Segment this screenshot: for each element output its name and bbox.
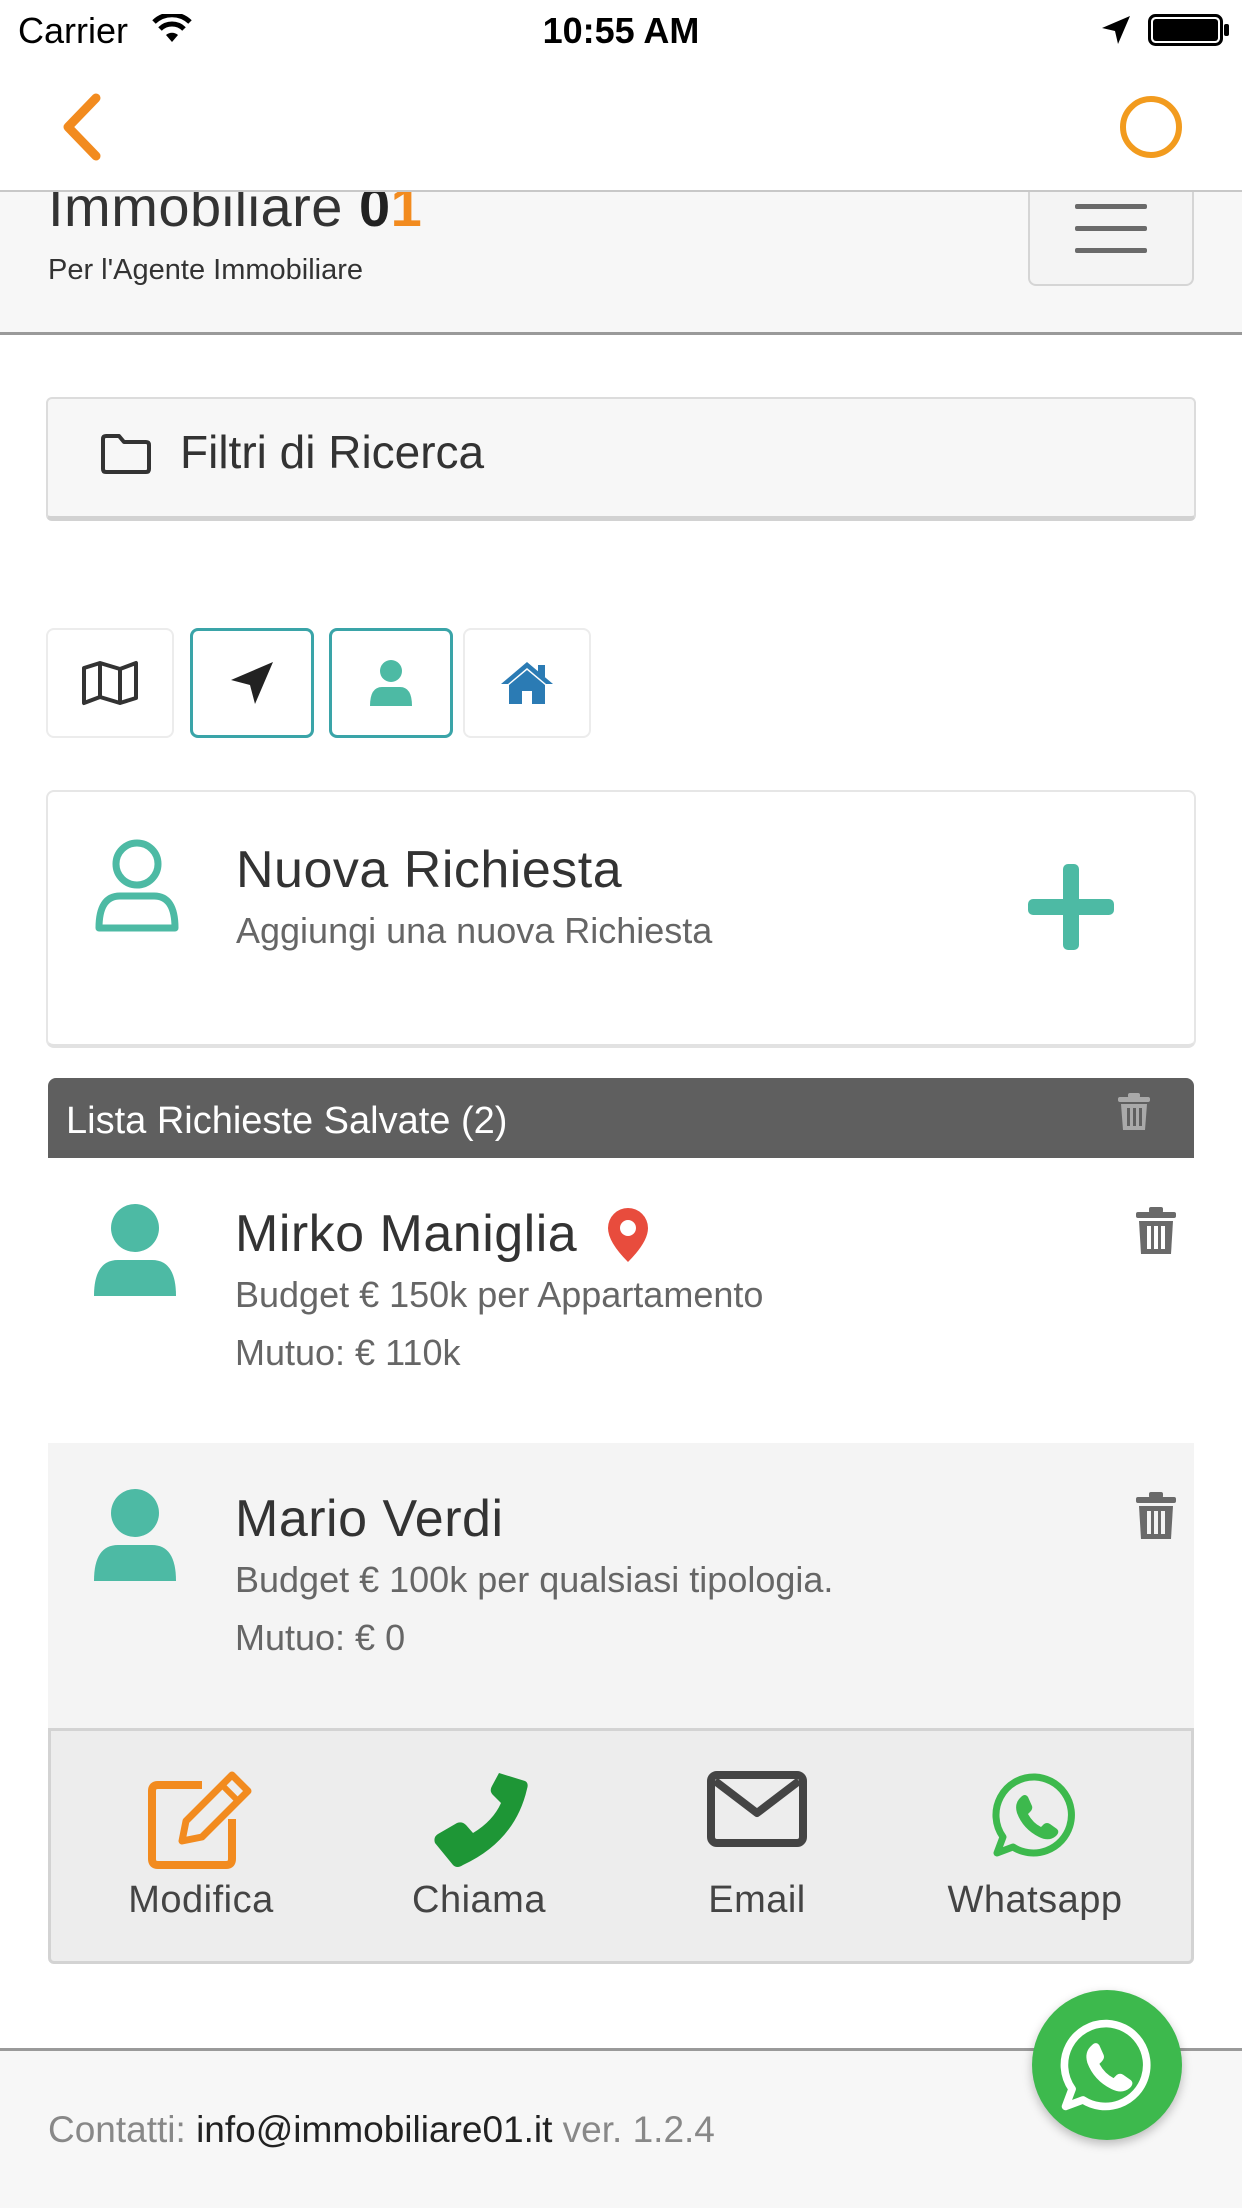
map-view-button[interactable]: [46, 628, 174, 738]
status-bar: Carrier 10:55 AM: [0, 0, 1242, 60]
menu-bar: [1075, 204, 1147, 209]
email-label: Email: [708, 1879, 806, 1921]
saved-requests-title: Lista Richieste Salvate (2): [66, 1100, 508, 1142]
edit-label: Modifica: [128, 1879, 274, 1921]
location-arrow-icon: [231, 662, 273, 704]
back-chevron-icon[interactable]: [56, 92, 106, 162]
call-label: Chiama: [412, 1879, 546, 1921]
request-client-name: Mario Verdi: [235, 1490, 504, 1548]
request-client-name: Mirko Maniglia: [235, 1205, 578, 1263]
filter-label: Filtri di Ricerca: [180, 426, 485, 478]
app-version: ver. 1.2.4: [562, 2109, 715, 2150]
brand-subtitle: Per l'Agente Immobiliare: [48, 254, 364, 286]
user-icon: [370, 660, 412, 706]
hamburger-menu-button[interactable]: [1028, 192, 1194, 286]
navigation-bar: [0, 60, 1242, 192]
saved-request-item[interactable]: Mirko Maniglia Budget € 150k per Apparta…: [48, 1158, 1194, 1444]
request-mortgage: Mutuo: € 0: [235, 1617, 406, 1658]
request-budget: Budget € 100k per qualsiasi tipologia.: [235, 1559, 834, 1600]
trash-icon[interactable]: [1135, 1206, 1177, 1256]
saved-requests-header: Lista Richieste Salvate (2): [48, 1078, 1194, 1158]
email-button[interactable]: Email: [627, 1731, 887, 1961]
menu-bar: [1075, 248, 1147, 253]
whatsapp-icon: [1060, 2019, 1151, 2111]
trash-icon[interactable]: [1135, 1491, 1177, 1541]
user-icon: [94, 1204, 176, 1296]
request-budget: Budget € 150k per Appartamento: [235, 1274, 764, 1315]
client-filter-button[interactable]: [329, 628, 453, 738]
phone-icon: [434, 1773, 528, 1867]
home-icon: [501, 662, 553, 704]
map-icon: [82, 661, 138, 705]
location-arrow-icon: [1102, 16, 1130, 44]
plus-icon[interactable]: [1026, 862, 1116, 952]
brand-number-zero: 0: [358, 192, 391, 238]
edit-button[interactable]: Modifica: [71, 1731, 331, 1961]
new-request-card[interactable]: Nuova Richiesta Aggiungi una nuova Richi…: [46, 790, 1196, 1048]
user-outline-icon: [95, 839, 179, 932]
trash-icon[interactable]: [1117, 1092, 1151, 1132]
brand-number-one: 1: [390, 192, 423, 238]
whatsapp-button[interactable]: Whatsapp: [905, 1731, 1165, 1961]
request-actions-panel: Modifica Chiama Email Whatsapp: [48, 1728, 1194, 1964]
app-header: Immobiliare 01 Per l'Agente Immobiliare: [0, 192, 1242, 335]
contact-email-link[interactable]: info@immobiliare01.it: [196, 2109, 552, 2150]
new-request-subtitle: Aggiungi una nuova Richiesta: [236, 910, 713, 951]
contacts-label: Contatti:: [48, 2109, 186, 2150]
whatsapp-fab-button[interactable]: [1032, 1990, 1182, 2140]
whatsapp-label: Whatsapp: [947, 1879, 1123, 1921]
brand-word: Immobiliare: [48, 192, 343, 238]
loading-circle-icon[interactable]: [1118, 94, 1184, 160]
folder-icon: [101, 434, 151, 474]
search-filters-toggle[interactable]: Filtri di Ricerca: [46, 397, 1196, 521]
whatsapp-icon: [992, 1773, 1075, 1857]
user-icon: [94, 1489, 176, 1581]
location-filter-button[interactable]: [190, 628, 314, 738]
battery-icon: [1148, 14, 1229, 46]
map-pin-icon: [608, 1208, 648, 1262]
request-mortgage: Mutuo: € 110k: [235, 1332, 461, 1373]
envelope-icon: [707, 1771, 807, 1847]
menu-bar: [1075, 226, 1147, 231]
clock: 10:55 AM: [542, 10, 700, 51]
brand-logo-text: Immobiliare 01: [48, 192, 422, 239]
edit-icon: [148, 1771, 252, 1869]
new-request-title: Nuova Richiesta: [236, 841, 623, 899]
footer-contacts: Contatti: info@immobiliare01.it ver. 1.2…: [48, 2109, 715, 2151]
call-button[interactable]: Chiama: [349, 1731, 609, 1961]
property-filter-button[interactable]: [463, 628, 591, 738]
saved-request-item[interactable]: Mario Verdi Budget € 100k per qualsiasi …: [48, 1443, 1194, 1729]
